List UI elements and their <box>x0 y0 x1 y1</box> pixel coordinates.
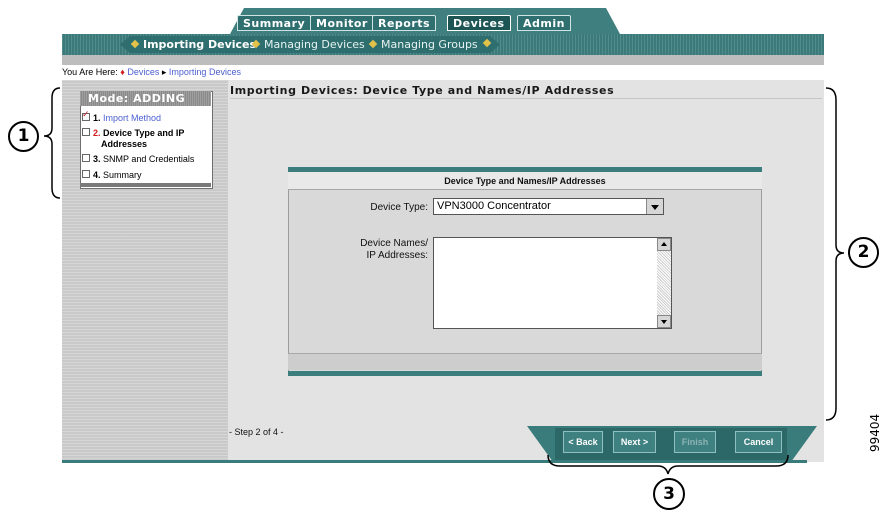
callout-2: 2 <box>848 237 879 268</box>
figure-number: 99404 <box>868 413 882 452</box>
annotation-braces <box>43 87 845 475</box>
callout-1: 1 <box>8 121 39 152</box>
callout-3: 3 <box>653 478 685 510</box>
